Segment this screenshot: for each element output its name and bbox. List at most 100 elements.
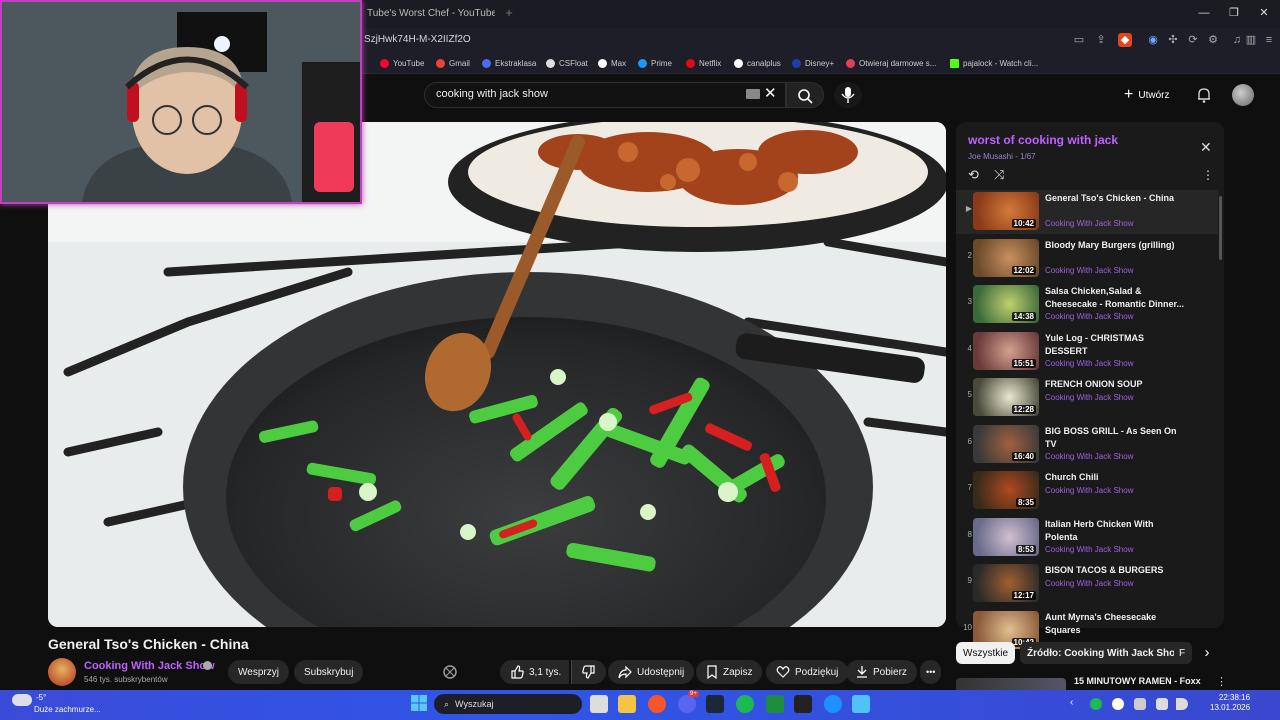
playlist-title[interactable]: worst of cooking with jack xyxy=(968,133,1118,147)
playlist-item-thumbnail[interactable]: 12:17 xyxy=(973,564,1039,602)
playlist-item[interactable]: 6 16:40 BIG BOSS GRILL - As Seen On TV Cook… xyxy=(956,423,1218,467)
playlist-item-title[interactable]: FRENCH ONION SOUP xyxy=(1045,378,1185,391)
playlist-item-title[interactable]: Italian Herb Chicken With Polenta xyxy=(1045,518,1185,544)
url-field[interactable]: SzjHwk74H-M-X2IIZf2O xyxy=(364,34,471,45)
playlist-item[interactable]: 3 14:38 Salsa Chicken,Salad & Cheesecake -… xyxy=(956,283,1218,327)
tray-chevron-icon[interactable]: ‹ xyxy=(1070,697,1073,708)
chip-source[interactable]: Źródło: Cooking With Jack Show xyxy=(1020,642,1191,664)
windows-start-icon[interactable] xyxy=(410,694,428,712)
playlist-item-title[interactable]: BIG BOSS GRILL - As Seen On TV xyxy=(1045,425,1185,451)
taskbar-clock[interactable]: 22:38:16 13.01.2026 xyxy=(1210,693,1250,713)
bookmark-ekstraklasa[interactable]: Ekstraklasa xyxy=(482,56,536,70)
app-icon[interactable] xyxy=(766,695,784,713)
account-avatar[interactable] xyxy=(1232,84,1254,106)
spotify-icon[interactable] xyxy=(736,695,754,713)
playlist-item-title[interactable]: Aunt Myrna's Cheesecake Squares xyxy=(1045,611,1185,637)
voice-search-button[interactable] xyxy=(834,82,862,108)
playlist-more-icon[interactable]: ⋮ xyxy=(1202,168,1214,182)
volume-icon[interactable] xyxy=(1176,698,1188,710)
channel-avatar[interactable] xyxy=(48,658,76,686)
bookmark-youtube[interactable]: YouTube xyxy=(380,56,424,70)
shuffle-icon[interactable]: ⤨ xyxy=(994,168,1010,182)
playlist-item-thumbnail[interactable]: 16:40 xyxy=(973,425,1039,463)
playlist-item[interactable]: 9 12:17 BISON TACOS & BURGERS Cooking With … xyxy=(956,562,1218,606)
file-explorer-icon[interactable] xyxy=(618,695,636,713)
recommendation-more-icon[interactable]: ⋮ xyxy=(1216,675,1227,688)
new-tab-button[interactable]: + xyxy=(500,4,518,22)
bookmark-disney[interactable]: Disney+ xyxy=(792,56,834,70)
menu-icon[interactable]: ≡ xyxy=(1262,33,1276,47)
tray-shield-icon[interactable] xyxy=(1134,698,1146,710)
playlist-item-thumbnail[interactable]: 15:51 xyxy=(973,332,1039,370)
clear-search-icon[interactable]: ✕ xyxy=(764,86,778,102)
playlist-item-title[interactable]: Church Chili xyxy=(1045,471,1185,484)
thanks-button[interactable]: Podziękuj xyxy=(766,660,849,684)
channel-name[interactable]: Cooking With Jack Show xyxy=(84,660,215,672)
playlist-item-thumbnail[interactable]: 12:28 xyxy=(973,378,1039,416)
share-icon[interactable]: ⇪ xyxy=(1094,33,1108,47)
save-button[interactable]: Zapisz xyxy=(696,660,763,684)
discord-icon[interactable] xyxy=(678,695,696,713)
menu-music-icon[interactable]: ♫ xyxy=(1230,33,1244,47)
sidebar-icon[interactable]: ▥ xyxy=(1244,33,1258,47)
obs-icon[interactable] xyxy=(794,695,812,713)
weather-widget[interactable]: -5° Duże zachmurze... xyxy=(6,692,116,718)
brave-icon[interactable] xyxy=(648,695,666,713)
playlist-item-thumbnail[interactable]: 8:53 xyxy=(973,518,1039,556)
puzzle-icon[interactable]: ✣ xyxy=(1166,33,1180,47)
like-button[interactable]: 3,1 tys. xyxy=(500,660,570,684)
playlist-item-thumbnail[interactable]: 8:35 xyxy=(973,471,1039,509)
extension-overlay-icon[interactable] xyxy=(442,664,458,680)
support-button[interactable]: Wesprzyj xyxy=(228,660,289,684)
taskview-icon[interactable] xyxy=(590,695,608,713)
close-window-button[interactable]: ✕ xyxy=(1250,4,1278,22)
extension-icon[interactable]: ◉ xyxy=(1146,33,1160,47)
taskbar-search[interactable]: ⌕ Wyszukaj xyxy=(434,694,582,714)
playlist-item-thumbnail[interactable]: 14:38 xyxy=(973,285,1039,323)
playlist-item[interactable]: 8 8:53 Italian Herb Chicken With Polenta Co… xyxy=(956,516,1218,560)
share-button[interactable]: Udostępnij xyxy=(608,660,695,684)
sync-icon[interactable]: ⟳ xyxy=(1186,33,1200,47)
recommendation-peek[interactable]: 15 MINUTOWY RAMEN - Foxx ⋮ xyxy=(956,675,1276,692)
playlist-item-title[interactable]: General Tso's Chicken - China xyxy=(1045,192,1185,205)
chip-all[interactable]: Wszystkie xyxy=(956,642,1015,664)
bookmark-netflix[interactable]: Netflix xyxy=(686,56,721,70)
bookmark-otwieraj[interactable]: Otwieraj darmowe s... xyxy=(846,56,936,70)
steam-icon[interactable] xyxy=(706,695,724,713)
chip-next-partial[interactable]: F xyxy=(1174,642,1192,664)
playlist-item[interactable]: 2 12:02 Bloody Mary Burgers (grilling) Cook… xyxy=(956,237,1218,281)
bookmark-canalplus[interactable]: canalplus xyxy=(734,56,781,70)
create-button[interactable]: + Utwórz xyxy=(1124,84,1169,106)
bookmark-csfloat[interactable]: CSFloat xyxy=(546,56,588,70)
bookmark-gmail[interactable]: Gmail xyxy=(436,56,470,70)
playlist-item[interactable]: 5 12:28 FRENCH ONION SOUP Cooking With Jack… xyxy=(956,376,1218,420)
extensions-icon[interactable]: ⚙ xyxy=(1206,33,1220,47)
dislike-button[interactable] xyxy=(571,660,606,684)
notifications-icon[interactable] xyxy=(1196,86,1212,104)
tray-app-icon[interactable] xyxy=(1112,698,1124,710)
minimize-button[interactable]: — xyxy=(1190,4,1218,22)
subscribe-button[interactable]: Subskrybuj xyxy=(294,660,364,684)
playlist-item-title[interactable]: Salsa Chicken,Salad & Cheesecake - Roman… xyxy=(1045,285,1185,311)
playlist-item-thumbnail[interactable]: 12:02 xyxy=(973,239,1039,277)
playlist-item-title[interactable]: BISON TACOS & BURGERS xyxy=(1045,564,1185,577)
playlist-item[interactable]: 4 15:51 Yule Log - CHRISTMAS DESSERT Cookin… xyxy=(956,330,1218,374)
playlist-item[interactable]: ▶ 10:42 General Tso's Chicken - China Cooki… xyxy=(956,190,1218,234)
more-actions-button[interactable]: ••• xyxy=(920,660,942,684)
playlist-scrollbar[interactable] xyxy=(1219,196,1222,260)
bookmark-pajalock[interactable]: pajalock - Watch cli... xyxy=(950,56,1038,70)
keyboard-icon[interactable] xyxy=(746,89,760,99)
close-playlist-icon[interactable]: ✕ xyxy=(1200,140,1214,154)
loop-icon[interactable]: ⟲ xyxy=(968,168,984,182)
bookmark-max[interactable]: Max xyxy=(598,56,626,70)
playlist-item-title[interactable]: Bloody Mary Burgers (grilling) xyxy=(1045,239,1185,252)
brave-shield-icon[interactable]: ◆ xyxy=(1118,33,1132,47)
playlist-item-thumbnail[interactable]: 10:42 xyxy=(973,192,1039,230)
bookmark-prime[interactable]: Prime xyxy=(638,56,672,70)
playlist-item-title[interactable]: Yule Log - CHRISTMAS DESSERT xyxy=(1045,332,1185,358)
network-icon[interactable] xyxy=(1156,698,1168,710)
download-button[interactable]: Pobierz xyxy=(846,660,917,684)
chevron-right-icon[interactable]: › xyxy=(1198,644,1216,662)
notepad-icon[interactable] xyxy=(852,695,870,713)
maximize-button[interactable]: ❐ xyxy=(1220,4,1248,22)
